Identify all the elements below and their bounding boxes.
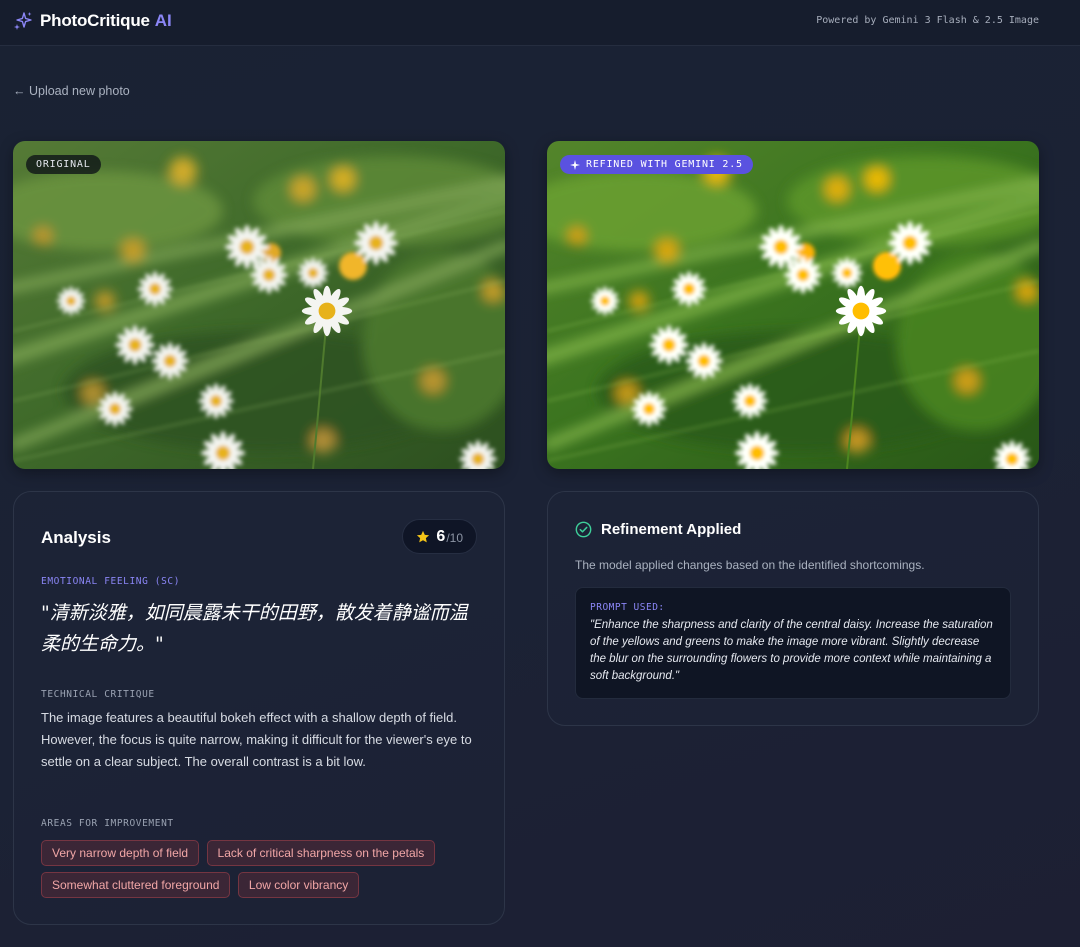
- refined-tag-label: REFINED WITH GEMINI 2.5: [586, 159, 743, 170]
- improvement-chip: Lack of critical sharpness on the petals: [206, 840, 436, 866]
- improvement-label: AREAS FOR IMPROVEMENT: [41, 818, 174, 829]
- upload-new-photo-link[interactable]: ← Upload new photo: [13, 84, 130, 98]
- analysis-card: Analysis 6 /10 EMOTIONAL FEELING (SC) "清…: [13, 491, 505, 925]
- technical-critique-text: The image features a beautiful bokeh eff…: [41, 710, 472, 769]
- brand-logo[interactable]: PhotoCritique AI: [13, 11, 172, 31]
- powered-by-text: Powered by Gemini 3 Flash & 2.5 Image: [816, 15, 1039, 26]
- brand-accent: AI: [154, 11, 172, 30]
- prompt-label: PROMPT USED:: [590, 602, 665, 613]
- original-photo: ORIGINAL: [13, 141, 505, 469]
- star-icon: [417, 530, 430, 542]
- improvement-chip: Somewhat cluttered foreground: [41, 872, 231, 898]
- score-value: 6: [436, 527, 446, 545]
- check-circle-icon: [575, 521, 592, 538]
- original-photo-image: [13, 141, 505, 469]
- top-bar: PhotoCritique AI Powered by Gemini 3 Fla…: [0, 0, 1080, 46]
- score-badge: 6 /10: [402, 519, 477, 554]
- analysis-title: Analysis: [41, 528, 111, 547]
- refined-photo-image: [547, 141, 1039, 469]
- emotional-quote: "清新淡雅，如同晨露未干的田野，散发着静谧而温柔的生命力。": [41, 602, 468, 655]
- improvement-chips: Very narrow depth of field Lack of criti…: [41, 840, 491, 904]
- refinement-card: Refinement Applied The model applied cha…: [547, 491, 1039, 726]
- brand-name: PhotoCritique: [40, 11, 150, 30]
- sparkle-icon: [570, 159, 580, 170]
- emotional-feeling-label: EMOTIONAL FEELING (SC): [41, 576, 181, 587]
- prompt-text: "Enhance the sharpness and clarity of th…: [590, 619, 993, 682]
- refinement-header: Refinement Applied: [575, 521, 741, 538]
- score-max: /10: [446, 531, 463, 545]
- sparkles-icon: [14, 12, 32, 30]
- refinement-description: The model applied changes based on the i…: [575, 558, 925, 572]
- original-tag: ORIGINAL: [26, 155, 101, 174]
- technical-critique-label: TECHNICAL CRITIQUE: [41, 689, 155, 700]
- refinement-title: Refinement Applied: [601, 521, 742, 538]
- refined-tag: REFINED WITH GEMINI 2.5: [560, 155, 753, 174]
- improvement-chip: Low color vibrancy: [237, 872, 360, 898]
- prompt-box: PROMPT USED: "Enhance the sharpness and …: [575, 587, 1011, 699]
- improvement-chip: Very narrow depth of field: [41, 840, 200, 866]
- refined-photo: REFINED WITH GEMINI 2.5: [547, 141, 1039, 469]
